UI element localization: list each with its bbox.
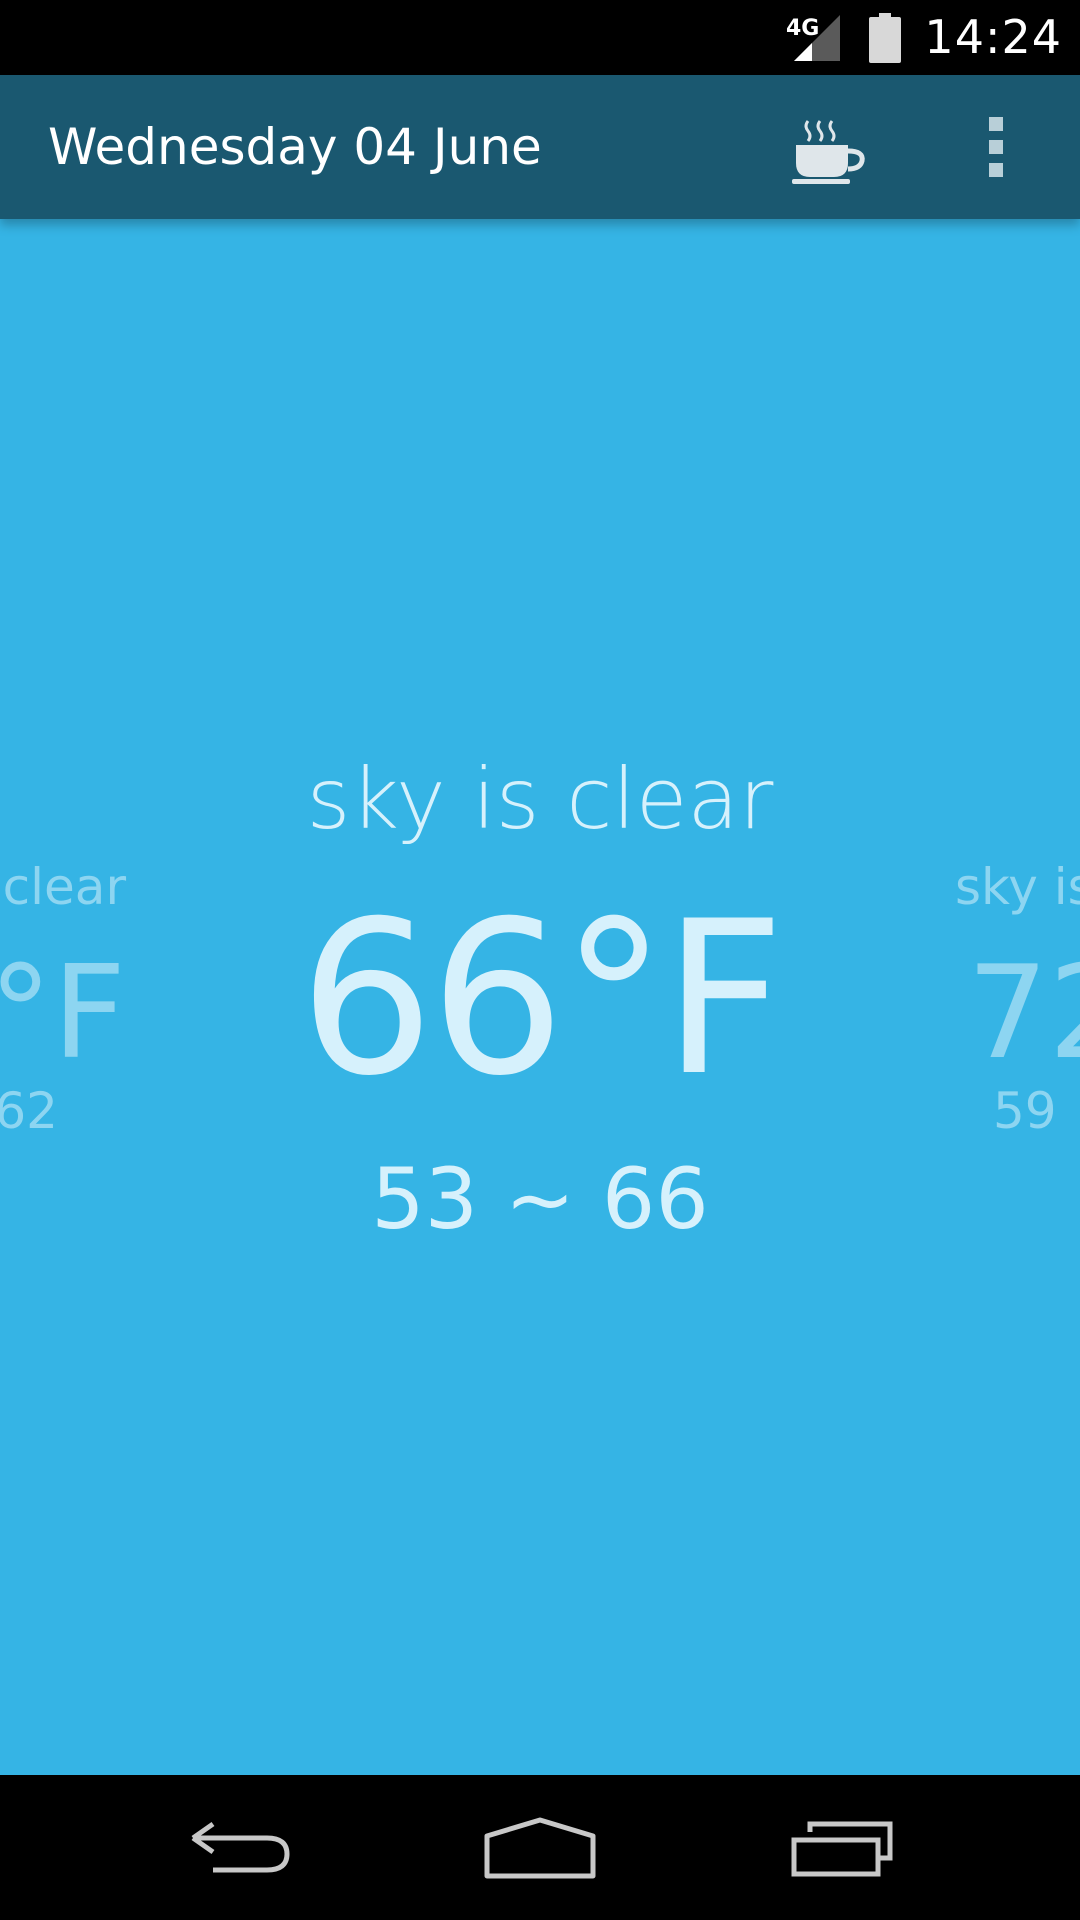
current-condition: sky is clear (306, 750, 774, 848)
overflow-menu-button[interactable] (946, 75, 1046, 219)
screen: 4G 14:24 Wednesday 04 June clear °F 62 s… (0, 0, 1080, 1920)
next-condition: sky is (955, 858, 1080, 916)
network-type-label: 4G (786, 16, 819, 41)
status-icons: 4G 14:24 (786, 0, 1062, 75)
date-title: Wednesday 04 June (48, 118, 542, 176)
home-button[interactable] (440, 1775, 640, 1920)
recent-apps-icon (791, 1821, 893, 1876)
status-bar: 4G 14:24 (0, 0, 1080, 75)
clock: 14:24 (924, 10, 1062, 64)
coffee-cup-icon (792, 120, 865, 184)
overflow-menu-icon (989, 117, 1003, 177)
signal-icon: 4G (786, 14, 841, 61)
action-bar: Wednesday 04 June (0, 75, 1080, 219)
current-range: 53 ~ 66 (371, 1150, 709, 1248)
current-day-card: sky is clear 66°F 53 ~ 66 (0, 219, 1080, 1775)
next-day-card[interactable]: sky is 72 59 (955, 219, 1080, 1775)
back-button[interactable] (140, 1775, 340, 1920)
back-icon (191, 1821, 290, 1872)
recent-apps-button[interactable] (742, 1775, 942, 1920)
coffee-button[interactable] (770, 75, 890, 219)
next-range: 59 (993, 1082, 1057, 1140)
home-icon (484, 1817, 596, 1878)
navigation-bar (0, 1775, 1080, 1920)
forecast-pager[interactable]: clear °F ~ 62 sky is clear 66°F 53 ~ 66 … (0, 219, 1080, 1775)
current-temperature: 66°F (299, 875, 785, 1122)
next-temperature: 72 (967, 939, 1080, 1088)
battery-icon (869, 12, 902, 63)
